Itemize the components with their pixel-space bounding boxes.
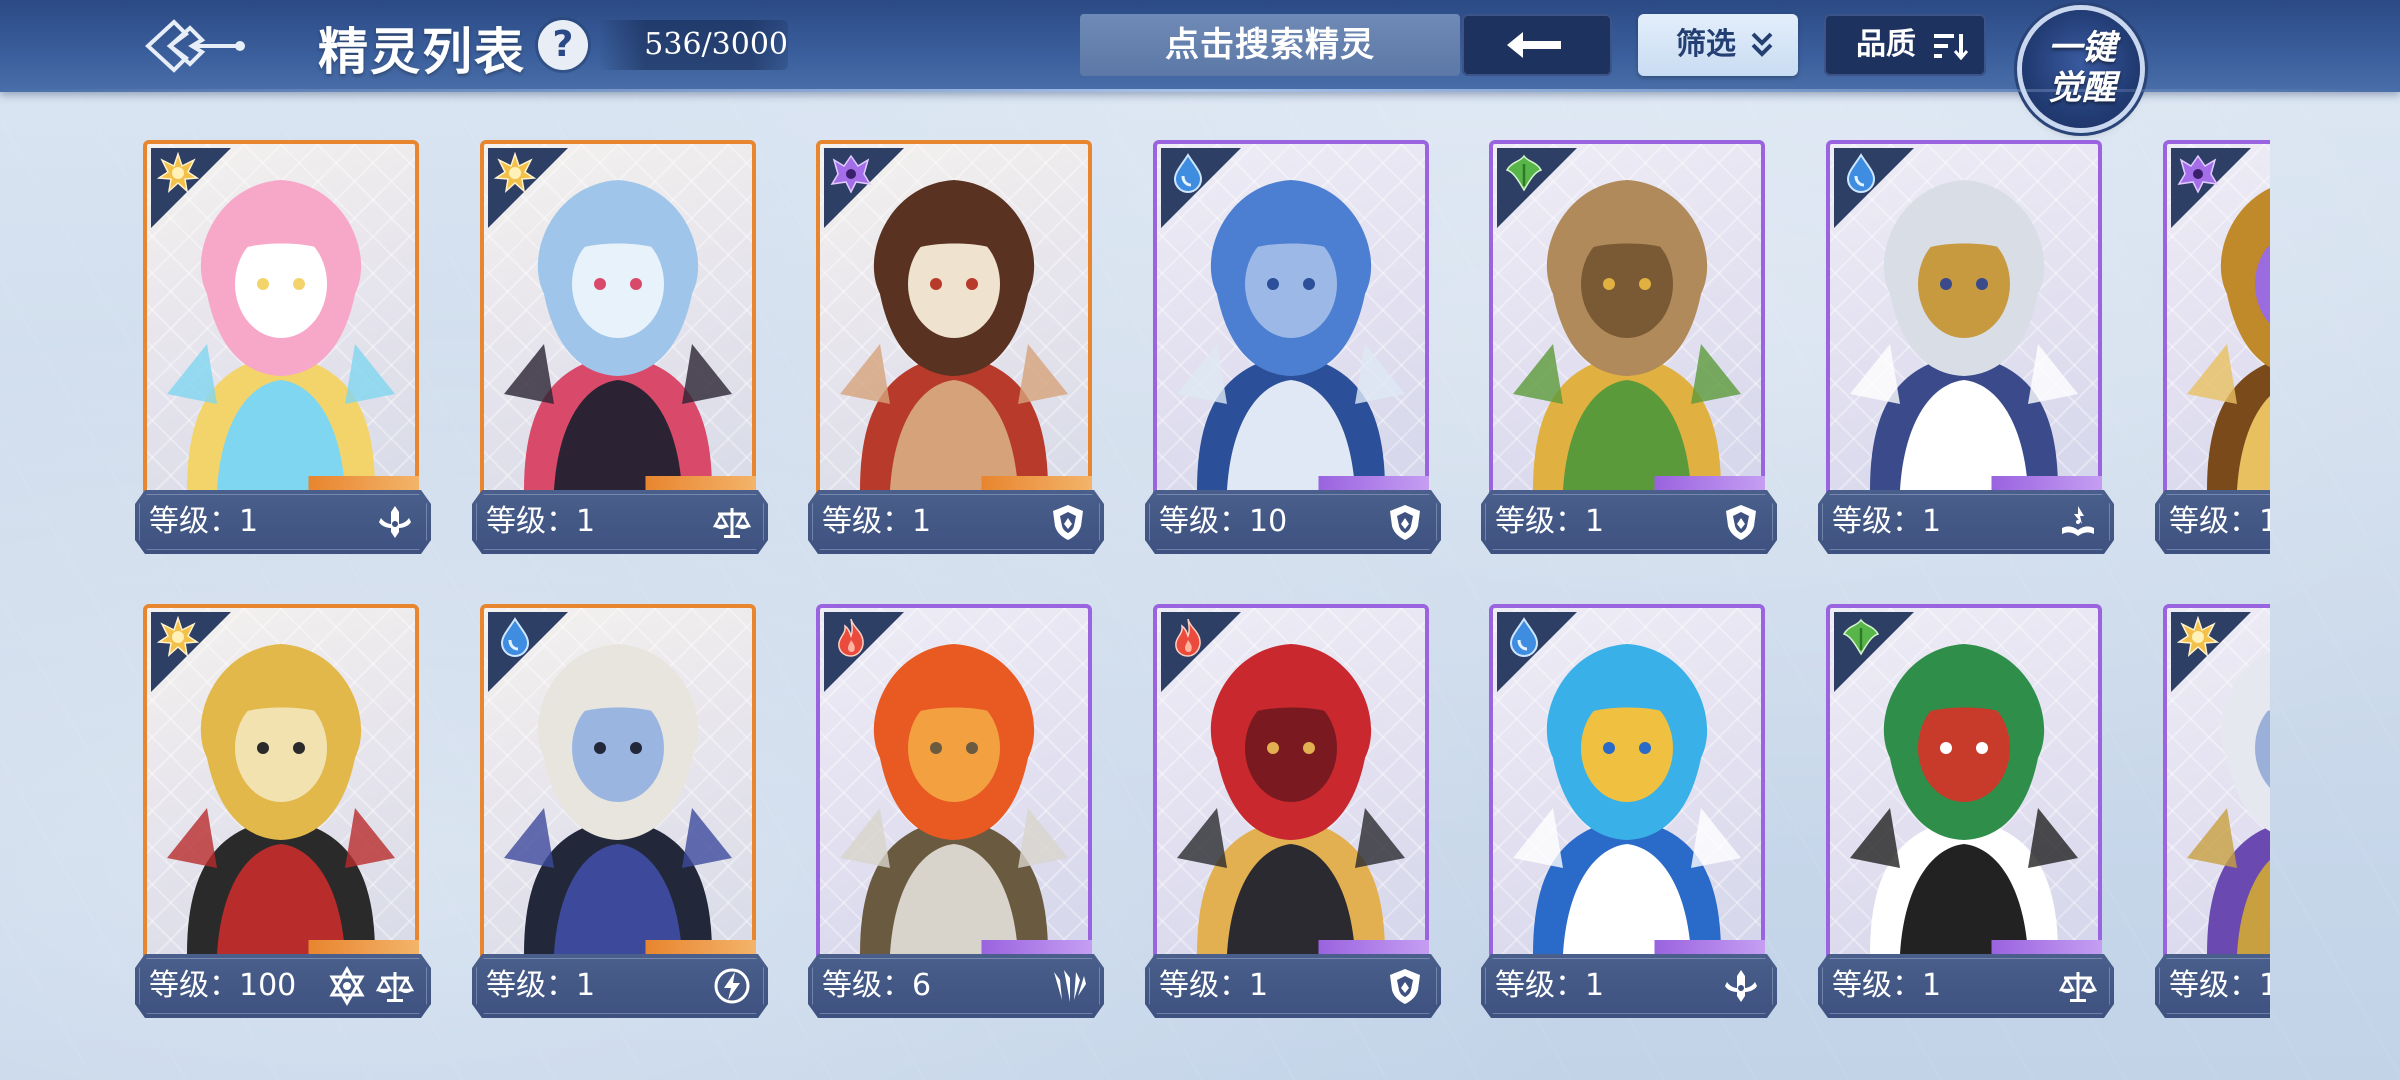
spirit-grid: 等级：1 等级：1 等级：1 等级：10 等级：1 等级：1 等级：1 等级：1…: [0, 0, 2270, 1080]
spirit-card[interactable]: 等级：1: [1481, 140, 1777, 558]
level-label: 等级：10: [1159, 504, 1288, 539]
shield-icon: [1721, 502, 1761, 542]
spirit-portrait: [1489, 140, 1765, 494]
water-element-icon: [1840, 152, 1882, 194]
shield-icon: [1385, 966, 1425, 1006]
level-bar: 等级：1: [2155, 490, 2270, 554]
spirit-portrait: [1826, 604, 2102, 958]
scales-icon: [2058, 966, 2098, 1006]
spirit-card[interactable]: 等级：10: [1145, 140, 1441, 558]
level-label: 等级：100: [149, 968, 297, 1003]
spirit-card[interactable]: 等级：1: [2155, 140, 2270, 558]
fire-element-icon: [830, 616, 872, 658]
level-bar: 等级：100: [135, 954, 431, 1018]
water-element-icon: [494, 616, 536, 658]
level-bar: 等级：1: [2155, 954, 2270, 1018]
level-label: 等级：1: [1832, 968, 1942, 1003]
light-element-icon: [156, 615, 200, 658]
rarity-strip: [480, 940, 756, 956]
spirit-card[interactable]: 等级：1: [1481, 604, 1777, 1022]
level-bar: 等级：10: [1145, 490, 1441, 554]
water-element-icon: [1503, 616, 1545, 658]
scales-icon: [375, 966, 415, 1006]
spirit-portrait: [143, 140, 419, 494]
level-bar: 等级：1: [135, 490, 431, 554]
level-bar: 等级：1: [1818, 490, 2114, 554]
spirit-card[interactable]: 等级：6: [808, 604, 1104, 1022]
light-element-icon: [156, 151, 200, 194]
rarity-strip: [1153, 476, 1429, 492]
level-label: 等级：1: [1495, 968, 1605, 1003]
level-bar: 等级：1: [1145, 954, 1441, 1018]
rarity-strip: [1826, 940, 2102, 956]
spirit-portrait: [2163, 604, 2270, 958]
rarity-strip: [1826, 476, 2102, 492]
spirit-portrait: [1153, 604, 1429, 958]
level-label: 等级：1: [1159, 968, 1269, 1003]
rarity-strip: [816, 476, 1092, 492]
book-icon: [2058, 502, 2098, 542]
spirit-portrait: [2163, 140, 2270, 494]
rarity-strip: [816, 940, 1092, 956]
level-label: 等级：1: [486, 968, 596, 1003]
rarity-strip: [2163, 476, 2270, 492]
spirit-card[interactable]: 等级：1: [135, 140, 431, 558]
rarity-strip: [143, 476, 419, 492]
spirit-portrait: [1826, 140, 2102, 494]
spirit-card[interactable]: 等级：1: [2155, 604, 2270, 1022]
rarity-strip: [2163, 940, 2270, 956]
shield-icon: [1048, 502, 1088, 542]
spirit-portrait: [1489, 604, 1765, 958]
level-bar: 等级：6: [808, 954, 1104, 1018]
level-label: 等级：1: [486, 504, 596, 539]
hexagram-icon: [327, 965, 367, 1007]
water-element-icon: [1167, 152, 1209, 194]
level-label: 等级：1: [2169, 504, 2270, 539]
level-label: 等级：1: [822, 504, 932, 539]
grass-element-icon: [1840, 616, 1882, 658]
cross-emblem-icon: [375, 502, 415, 542]
cross-emblem-icon: [1721, 966, 1761, 1006]
level-bar: 等级：1: [472, 490, 768, 554]
level-bar: 等级：1: [472, 954, 768, 1018]
spirit-card[interactable]: 等级：1: [808, 140, 1104, 558]
grass-element-icon: [1503, 152, 1545, 194]
spirit-card[interactable]: 等级：1: [1818, 140, 2114, 558]
level-label: 等级：1: [2169, 968, 2270, 1003]
spirit-portrait: [480, 140, 756, 494]
light-element-icon: [2176, 615, 2220, 658]
spirit-card[interactable]: 等级：1: [1818, 604, 2114, 1022]
spirit-portrait: [816, 140, 1092, 494]
spirit-card[interactable]: 等级：1: [472, 604, 768, 1022]
spirit-card[interactable]: 等级：1: [1145, 604, 1441, 1022]
claw-icon: [1048, 966, 1088, 1006]
rarity-strip: [1489, 476, 1765, 492]
level-label: 等级：1: [1495, 504, 1605, 539]
level-bar: 等级：1: [1481, 490, 1777, 554]
scales-icon: [712, 502, 752, 542]
spirit-portrait: [480, 604, 756, 958]
rarity-strip: [480, 476, 756, 492]
rarity-strip: [1489, 940, 1765, 956]
level-label: 等级：6: [822, 968, 932, 1003]
spirit-portrait: [816, 604, 1092, 958]
spirit-portrait: [143, 604, 419, 958]
shield-icon: [1385, 502, 1425, 542]
light-element-icon: [493, 151, 537, 194]
spirit-card[interactable]: 等级：1: [472, 140, 768, 558]
spirit-card[interactable]: 等级：100: [135, 604, 431, 1022]
level-label: 等级：1: [1832, 504, 1942, 539]
level-bar: 等级：1: [1818, 954, 2114, 1018]
dark-element-icon: [2177, 152, 2219, 194]
rarity-strip: [1153, 940, 1429, 956]
lightning-icon: [712, 966, 752, 1006]
level-bar: 等级：1: [808, 490, 1104, 554]
rarity-strip: [143, 940, 419, 956]
level-bar: 等级：1: [1481, 954, 1777, 1018]
fire-element-icon: [1167, 616, 1209, 658]
spirit-portrait: [1153, 140, 1429, 494]
level-label: 等级：1: [149, 504, 259, 539]
dark-element-icon: [830, 152, 872, 194]
